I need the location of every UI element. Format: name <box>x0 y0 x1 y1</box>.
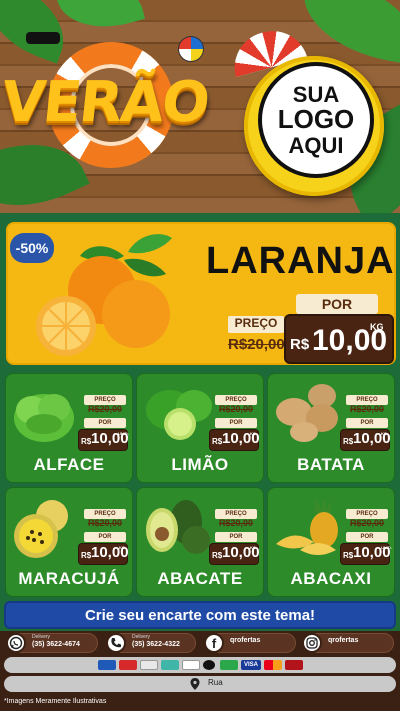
card-icon <box>98 660 116 670</box>
por-label: POR <box>346 532 388 542</box>
product-name: MARACUJÁ <box>18 569 120 588</box>
instagram-handle: qrofertas <box>328 637 359 644</box>
address-bar <box>4 676 396 692</box>
mastercard-icon <box>264 660 282 670</box>
summer-header: VERÃO SUA LOGO AQUI <box>0 0 400 213</box>
phone-number: (35) 3622-4322 <box>132 641 180 648</box>
delivery-label: Delivery <box>132 634 151 640</box>
card-icon <box>119 660 137 670</box>
orange-fruit-image <box>36 234 172 356</box>
logo-placeholder[interactable]: SUA LOGO AQUI <box>258 62 374 178</box>
palm-leaf-top <box>54 0 146 40</box>
logo-text-line2: LOGO <box>277 104 355 135</box>
beach-ball-icon <box>178 36 204 62</box>
price-unit: KG <box>250 545 256 550</box>
lettuce-image <box>14 394 74 442</box>
potato-image <box>276 384 338 442</box>
lime-image <box>146 390 212 440</box>
price-unit: KG <box>119 545 125 550</box>
price-unit: UNID. <box>381 545 392 550</box>
old-price: R$20,00 <box>228 336 285 353</box>
delivery-label: Delivery <box>32 634 51 640</box>
card-icon <box>220 660 238 670</box>
por-label: POR <box>84 532 126 542</box>
por-label: POR <box>215 532 257 542</box>
visa-icon: VISA <box>241 660 261 670</box>
boleto-icon <box>140 660 158 670</box>
pix-icon <box>161 660 179 670</box>
pineapple-image <box>276 496 338 555</box>
instagram-icon <box>302 633 322 653</box>
store-address: Rua <box>208 678 223 687</box>
currency-symbol: R$ <box>81 437 92 446</box>
facebook-icon: f <box>204 633 224 653</box>
currency-symbol: R$ <box>343 437 354 446</box>
product-name: ABACATE <box>157 569 243 588</box>
old-price: R$20,00 <box>349 518 385 528</box>
product-name: LIMÃO <box>171 455 229 474</box>
product-name: BATATA <box>297 455 365 474</box>
preco-label: PREÇO <box>228 316 284 333</box>
price-unit: KG <box>381 431 387 436</box>
por-label: POR <box>346 418 388 428</box>
whatsapp-number: (35) 3622-4674 <box>32 641 80 648</box>
price-unit: KG <box>370 322 384 332</box>
avocado-image <box>146 500 210 554</box>
phone-icon <box>106 633 126 653</box>
passion-fruit-image <box>14 500 68 558</box>
card-icon <box>182 660 200 670</box>
old-price: R$20,00 <box>349 404 385 414</box>
currency-symbol: R$ <box>212 437 223 446</box>
old-price: R$20,00 <box>87 518 123 528</box>
cta-banner[interactable]: Crie seu encarte com este tema! <box>4 601 396 629</box>
hipercard-icon <box>285 660 303 670</box>
elo-icon <box>203 660 215 670</box>
sunglasses-icon <box>26 32 60 44</box>
currency-symbol: R$ <box>290 336 310 353</box>
product-name: ABACAXI <box>290 569 372 588</box>
whatsapp-icon <box>6 633 26 653</box>
facebook-handle: qrofertas <box>230 637 261 644</box>
por-label: POR <box>84 418 126 428</box>
old-price: R$20,00 <box>87 404 123 414</box>
disclaimer: *Imagens Meramente Ilustrativas <box>4 698 107 705</box>
currency-symbol: R$ <box>343 551 354 560</box>
logo-text-line3: AQUI <box>288 132 344 158</box>
location-pin-icon <box>190 678 200 690</box>
por-label: POR <box>296 294 378 314</box>
logo-text-line1: SUA <box>292 82 340 108</box>
product-name: ALFACE <box>33 455 105 474</box>
price-unit: UNID. <box>118 431 129 436</box>
old-price: R$20,00 <box>218 518 254 528</box>
por-label: POR <box>215 418 257 428</box>
currency-symbol: R$ <box>81 551 92 560</box>
price-unit: KG <box>250 431 256 436</box>
currency-symbol: R$ <box>212 551 223 560</box>
payment-methods-bar <box>4 657 396 673</box>
featured-product-name: LARANJA <box>206 240 395 282</box>
season-title: VERÃO <box>0 70 212 135</box>
old-price: R$20,00 <box>218 404 254 414</box>
